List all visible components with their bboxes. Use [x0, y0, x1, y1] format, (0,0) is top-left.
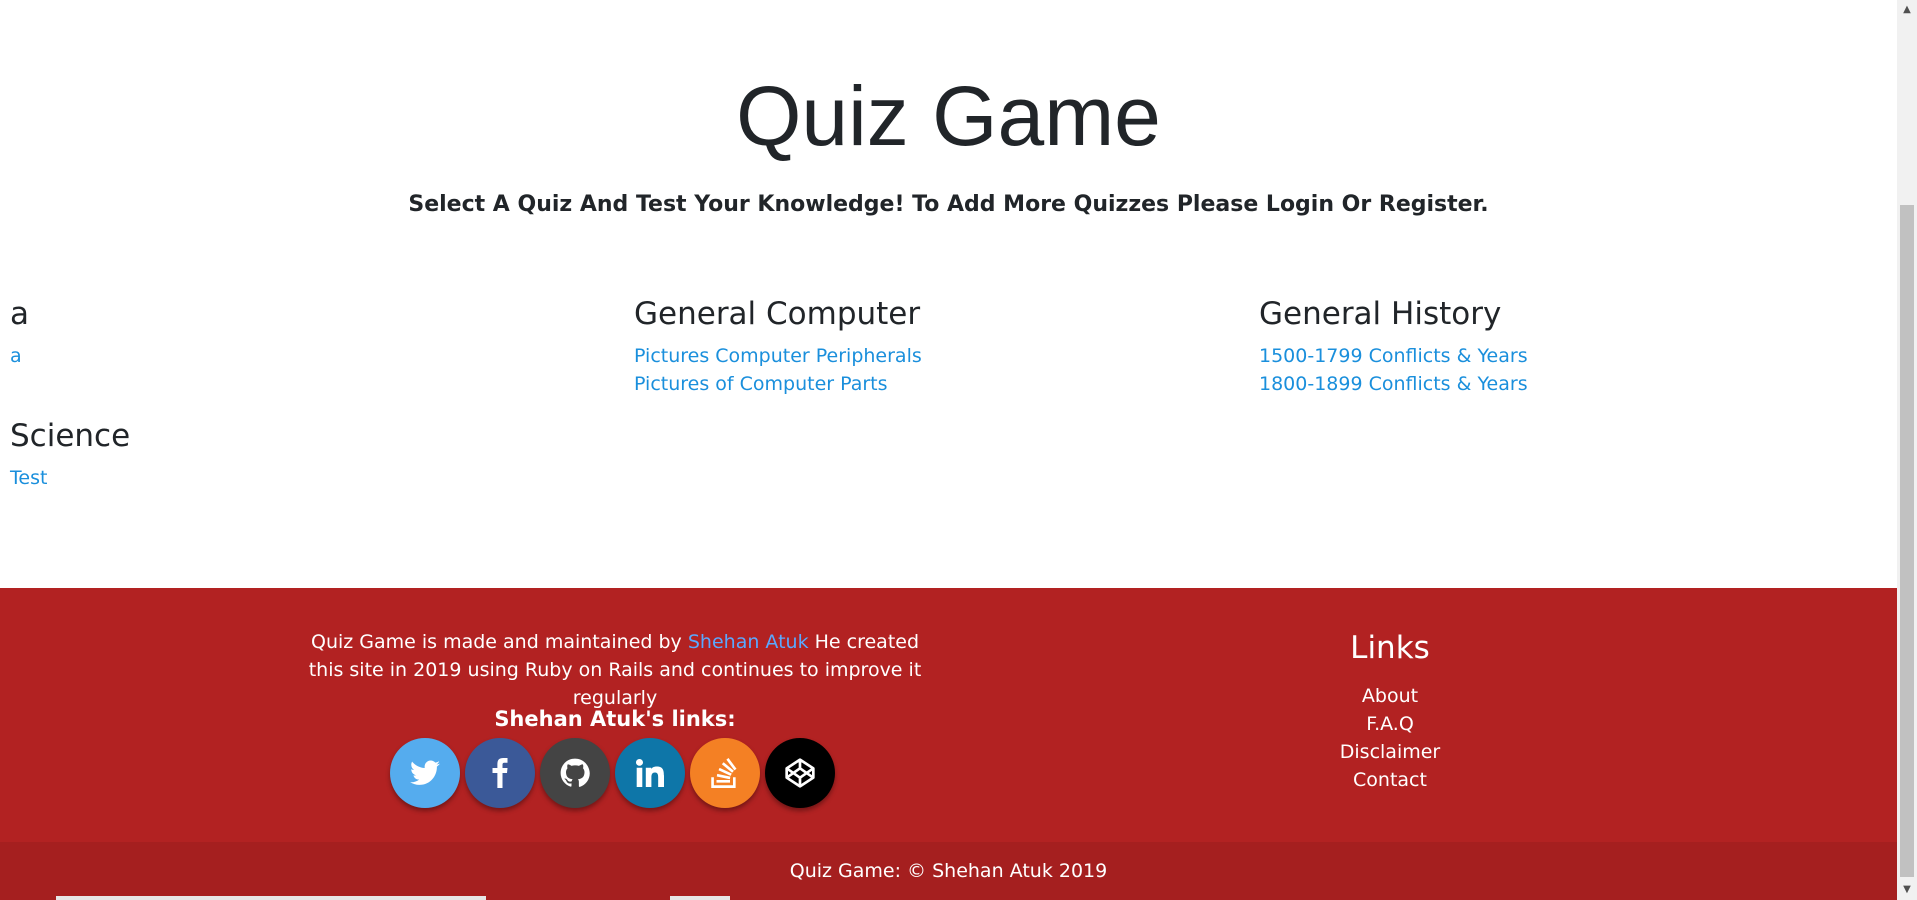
horizontal-scroll-track	[56, 896, 486, 900]
category-general-computer: General Computer Pictures Computer Perip…	[634, 292, 1234, 398]
horizontal-scroll-track-segment	[670, 896, 730, 900]
category-title: General History	[1259, 296, 1502, 332]
scrollbar-thumb[interactable]	[1900, 205, 1914, 877]
page: Quiz Game Select A Quiz And Test Your Kn…	[0, 0, 1897, 900]
linkedin-icon	[636, 759, 664, 787]
list-item: Pictures Computer Peripherals	[634, 342, 1234, 370]
footer-about-text: Quiz Game is made and maintained by Sheh…	[300, 628, 930, 712]
author-link[interactable]: Shehan Atuk	[688, 631, 809, 653]
category-a: a a	[10, 292, 610, 370]
footer-links: Links About F.A.Q Disclaimer Contact	[1285, 626, 1495, 794]
category-title: General Computer	[634, 296, 921, 332]
github-icon	[560, 758, 590, 787]
footer-links-list: About F.A.Q Disclaimer Contact	[1285, 682, 1495, 794]
footer-link-faq[interactable]: F.A.Q	[1366, 713, 1414, 735]
quiz-list: 1500-1799 Conflicts & Years 1800-1899 Co…	[1259, 342, 1859, 398]
quiz-list: Pictures Computer Peripherals Pictures o…	[634, 342, 1234, 398]
social-links-heading: Shehan Atuk's links:	[494, 707, 736, 731]
quiz-link-computer-parts[interactable]: Pictures of Computer Parts	[634, 373, 888, 395]
site-footer: Quiz Game is made and maintained by Sheh…	[0, 588, 1897, 842]
list-item: Disclaimer	[1285, 738, 1495, 766]
footer-link-disclaimer[interactable]: Disclaimer	[1340, 741, 1440, 763]
footer-link-about[interactable]: About	[1362, 685, 1418, 707]
codepen-icon	[785, 758, 815, 788]
category-title: a	[10, 296, 29, 332]
list-item: Test	[10, 464, 610, 492]
linkedin-button[interactable]	[615, 738, 685, 808]
twitter-icon	[410, 760, 440, 785]
github-button[interactable]	[540, 738, 610, 808]
quiz-list: Test	[10, 464, 610, 492]
stackoverflow-button[interactable]	[690, 738, 760, 808]
list-item: F.A.Q	[1285, 710, 1495, 738]
footer-links-heading: Links	[1350, 630, 1430, 666]
quiz-link-1800-1899[interactable]: 1800-1899 Conflicts & Years	[1259, 373, 1528, 395]
quiz-link-computer-peripherals[interactable]: Pictures Computer Peripherals	[634, 345, 922, 367]
quiz-link-test[interactable]: Test	[10, 467, 47, 489]
list-item: Contact	[1285, 766, 1495, 794]
copyright-bar: Quiz Game: © Shehan Atuk 2019	[0, 842, 1897, 900]
scroll-up-arrow-icon[interactable]: ▲	[1897, 0, 1917, 20]
category-general-history: General History 1500-1799 Conflicts & Ye…	[1259, 292, 1859, 398]
codepen-button[interactable]	[765, 738, 835, 808]
stackoverflow-icon	[711, 758, 737, 788]
facebook-button[interactable]	[465, 738, 535, 808]
facebook-icon	[492, 758, 508, 788]
list-item: a	[10, 342, 610, 370]
quiz-list: a	[10, 342, 610, 370]
quiz-link-1500-1799[interactable]: 1500-1799 Conflicts & Years	[1259, 345, 1528, 367]
page-subtitle: Select A Quiz And Test Your Knowledge! T…	[408, 192, 1489, 217]
page-title: Quiz Game	[736, 69, 1161, 163]
scroll-down-arrow-icon[interactable]: ▼	[1897, 880, 1917, 900]
list-item: 1800-1899 Conflicts & Years	[1259, 370, 1859, 398]
quiz-link-a[interactable]: a	[10, 345, 22, 367]
list-item: About	[1285, 682, 1495, 710]
twitter-button[interactable]	[390, 738, 460, 808]
list-item: Pictures of Computer Parts	[634, 370, 1234, 398]
about-prefix: Quiz Game is made and maintained by	[310, 631, 682, 653]
list-item: 1500-1799 Conflicts & Years	[1259, 342, 1859, 370]
category-title: Science	[10, 418, 131, 454]
vertical-scrollbar[interactable]: ▲ ▼	[1897, 0, 1917, 900]
category-science: Science Test	[10, 414, 610, 492]
footer-link-contact[interactable]: Contact	[1353, 769, 1427, 791]
